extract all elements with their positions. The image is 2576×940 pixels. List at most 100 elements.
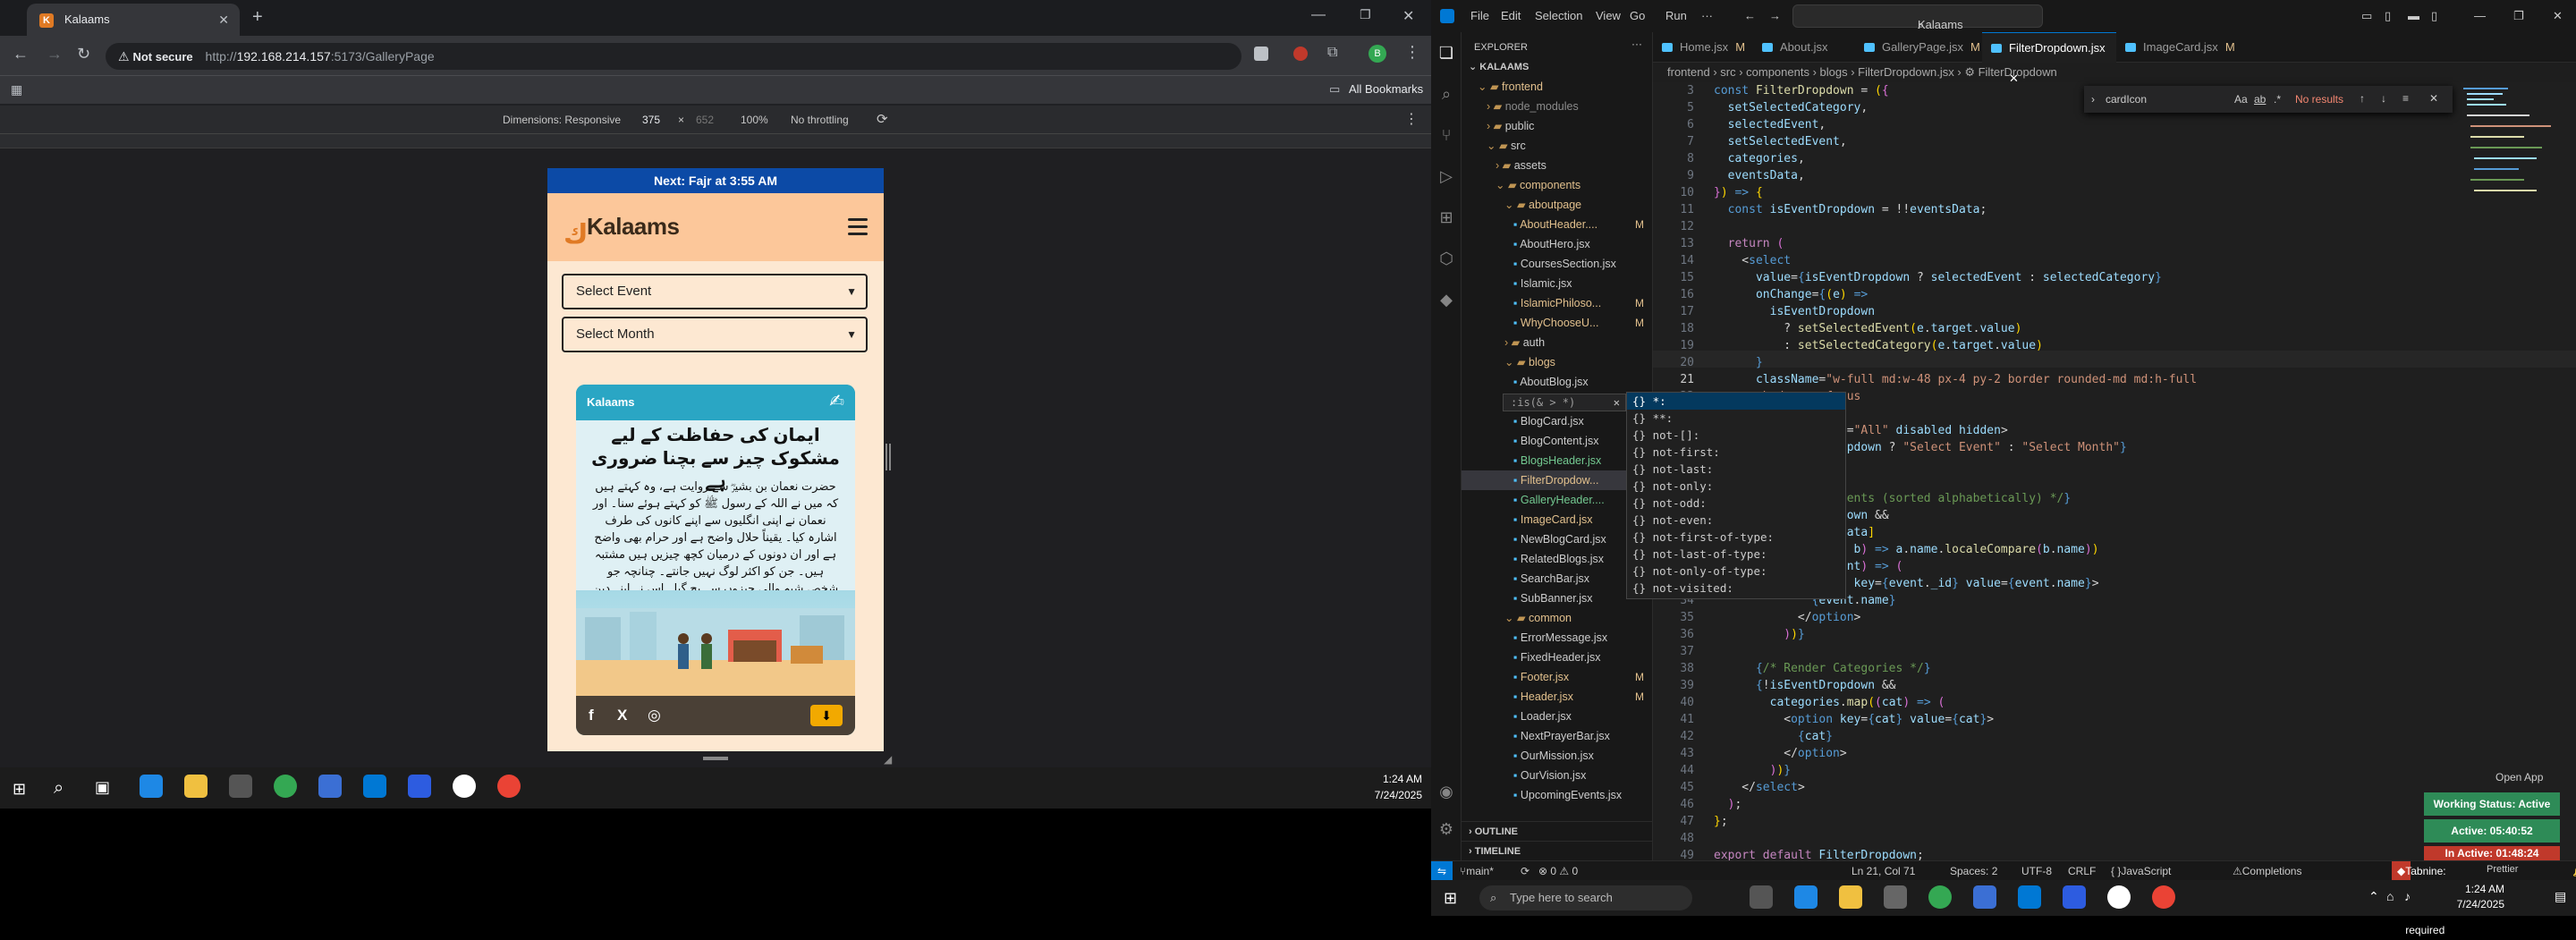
timeline-section[interactable]: › TIMELINE: [1462, 841, 1653, 860]
chrome-icon-2[interactable]: [497, 775, 521, 798]
menu-selection[interactable]: Selection: [1535, 9, 1582, 22]
problems-count[interactable]: ⊗ 0 ⚠ 0: [1538, 861, 1578, 881]
find-query[interactable]: cardIcon: [2106, 93, 2147, 106]
close-window-icon[interactable]: ✕: [1402, 7, 1414, 25]
indentation[interactable]: Spaces: 2: [1950, 861, 1997, 881]
width-input[interactable]: 375: [642, 106, 660, 134]
network-icon[interactable]: ⌂: [2386, 889, 2394, 903]
breadcrumb[interactable]: frontend › src › components › blogs › Fi…: [1653, 63, 2576, 82]
layout-icon[interactable]: ▭: [2361, 9, 2372, 23]
code-line[interactable]: categories.map((cat) => (: [1714, 696, 1945, 709]
regex-icon[interactable]: .*: [2274, 93, 2281, 106]
device-menu-icon[interactable]: ⋮: [1404, 106, 1419, 134]
kalaams-logo[interactable]: كKalaams: [564, 213, 680, 251]
code-line[interactable]: }) => {: [1714, 186, 1763, 199]
minimap[interactable]: [2462, 82, 2569, 261]
code-line[interactable]: const FilterDropdown = ({: [1714, 84, 1889, 97]
code-line[interactable]: <select: [1714, 254, 1791, 267]
chrome-icon-2[interactable]: [2152, 885, 2175, 909]
nav-forward-icon[interactable]: →: [1769, 9, 1781, 22]
tree-file[interactable]: ▪ SubBanner.jsx: [1462, 589, 1653, 608]
code-line[interactable]: }: [1714, 356, 1763, 369]
tree-file[interactable]: ▪ CoursesSection.jsx: [1462, 254, 1653, 274]
tree-folder[interactable]: › ▰ auth: [1462, 333, 1653, 352]
eol[interactable]: CRLF: [2068, 861, 2096, 881]
search-icon[interactable]: ⌕: [54, 778, 64, 799]
tree-folder[interactable]: ⌄ KALAAMS: [1462, 57, 1653, 77]
match-case-icon[interactable]: Aa: [2234, 93, 2248, 106]
prettier-status[interactable]: Prettier: [2487, 864, 2518, 875]
tree-file[interactable]: ▪ AboutBlog.jsx: [1462, 372, 1653, 392]
resize-handle-bottom[interactable]: [703, 757, 728, 760]
app-circle-icon[interactable]: [453, 775, 476, 798]
tree-file[interactable]: ▪ OurMission.jsx: [1462, 746, 1653, 766]
outline-section[interactable]: › OUTLINE: [1462, 821, 1653, 841]
accounts-icon[interactable]: ◉: [1436, 782, 1456, 801]
back-icon[interactable]: ←: [13, 45, 29, 64]
edge-icon[interactable]: [140, 775, 163, 798]
tree-folder[interactable]: ⌄ ▰ aboutpage: [1462, 195, 1653, 215]
tree-file[interactable]: ▪ BlogCard.jsx: [1462, 411, 1653, 431]
new-tab-icon[interactable]: +: [252, 7, 263, 28]
toggle-panel-icon[interactable]: ▬: [2408, 9, 2419, 22]
editor-tab[interactable]: ImageCard.jsx M: [2116, 32, 2241, 63]
tree-file[interactable]: ▪ Header.jsx M: [1462, 687, 1653, 707]
code-line[interactable]: ? setSelectedEvent(e.target.value): [1714, 322, 2021, 335]
app-icon[interactable]: [1973, 885, 1996, 909]
open-app-label[interactable]: Open App: [2496, 771, 2543, 783]
tree-folder[interactable]: ⌄ ▰ frontend: [1462, 77, 1653, 97]
tree-file[interactable]: ▪ SearchBar.jsx: [1462, 569, 1653, 589]
code-line[interactable]: ))}: [1714, 764, 1791, 777]
code-line[interactable]: const isEventDropdown = !!eventsData;: [1714, 203, 1987, 216]
find-in-selection-icon[interactable]: ≡: [2402, 92, 2409, 105]
code-line[interactable]: </option>: [1714, 611, 1860, 624]
whole-word-icon[interactable]: ab: [2254, 93, 2266, 106]
cursor-position[interactable]: Ln 21, Col 71: [1852, 861, 1915, 881]
tree-file[interactable]: ▪ OurVision.jsx: [1462, 766, 1653, 785]
menu-go[interactable]: Go: [1630, 9, 1645, 22]
code-line[interactable]: {cat}: [1714, 730, 1833, 743]
zoom-icon[interactable]: [2063, 885, 2086, 909]
remote-indicator-icon[interactable]: ⇋: [1431, 861, 1453, 881]
tree-file[interactable]: ▪ FixedHeader.jsx: [1462, 648, 1653, 667]
explorer-more-icon[interactable]: ···: [1631, 38, 1642, 50]
chrome-menu-icon[interactable]: ⋮: [1404, 43, 1420, 62]
code-line[interactable]: onChange={(e) =>: [1714, 288, 1868, 301]
store-icon[interactable]: [1884, 885, 1907, 909]
notifications-icon[interactable]: ▤: [2555, 889, 2566, 904]
sync-icon[interactable]: ⟳: [1521, 861, 1530, 881]
editor-tab[interactable]: FilterDropdown.jsx ✕: [1982, 32, 2116, 85]
tree-file[interactable]: ▪ NewBlogCard.jsx: [1462, 529, 1653, 549]
code-line[interactable]: ))}: [1714, 628, 1804, 641]
file-explorer-icon[interactable]: [184, 775, 208, 798]
tree-folder[interactable]: ⌄ ▰ common: [1462, 608, 1653, 628]
dimensions-select[interactable]: Dimensions: Responsive: [503, 106, 621, 134]
bell-icon[interactable]: 🔔: [2572, 861, 2576, 881]
close-tab-icon[interactable]: ✕: [218, 4, 229, 36]
code-line[interactable]: };: [1714, 815, 1728, 828]
zoom-select[interactable]: 100%: [741, 106, 768, 134]
suggestion-item[interactable]: {} not-first-of-type:: [1627, 529, 1845, 546]
code-line[interactable]: <option key={cat} value={cat}>: [1714, 713, 1994, 726]
tree-file[interactable]: ▪ AboutHero.jsx: [1462, 234, 1653, 254]
source-control-icon[interactable]: ⑂: [1436, 125, 1456, 145]
menu-more[interactable]: ···: [1701, 9, 1713, 22]
suggestion-item[interactable]: {} not-[]:: [1627, 427, 1845, 444]
tree-file[interactable]: ▪ AboutHeader.... M: [1462, 215, 1653, 234]
suggestion-item[interactable]: {} *:: [1627, 393, 1845, 410]
tree-folder[interactable]: ⌄ ▰ blogs: [1462, 352, 1653, 372]
code-line[interactable]: setSelectedEvent,: [1714, 135, 1847, 148]
close-hint-icon[interactable]: ✕: [1614, 394, 1620, 411]
instagram-share-icon[interactable]: ◎: [648, 707, 661, 724]
search-icon[interactable]: ⌕: [1436, 84, 1456, 104]
code-line[interactable]: isEventDropdown: [1714, 305, 1875, 318]
command-center[interactable]: ⌕ Kalaams: [1792, 4, 2043, 31]
extensions-icon[interactable]: ⊞: [1436, 207, 1456, 227]
tabnine-icon[interactable]: ◆: [1436, 290, 1456, 309]
windows-start-icon[interactable]: ⊞: [1444, 889, 1457, 908]
chrome-icon[interactable]: [274, 775, 297, 798]
suggestion-item[interactable]: {} not-only-of-type:: [1627, 563, 1845, 580]
app-icon[interactable]: [318, 775, 342, 798]
extensions-puzzle-icon[interactable]: ⧉: [1327, 45, 1337, 61]
address-bar[interactable]: ⚠ Not secure http://192.168.214.157:5173…: [106, 43, 1241, 70]
